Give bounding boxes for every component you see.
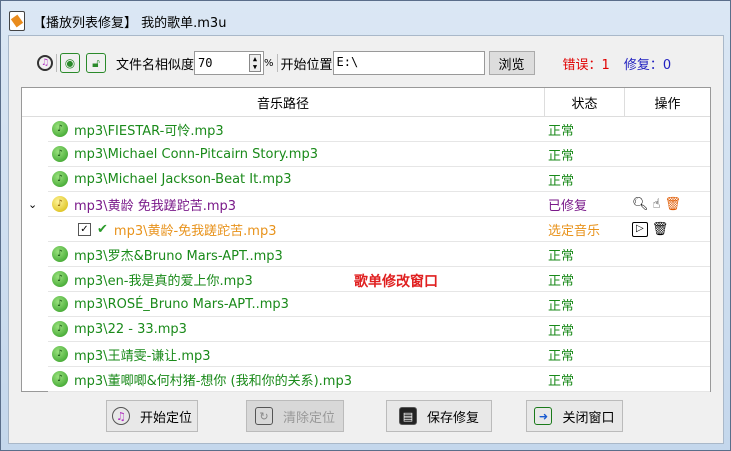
chevron-down-icon[interactable]: ⌄ xyxy=(28,198,37,211)
music-note-icon: ♪ xyxy=(52,146,68,162)
music-path: mp3\Michael Jackson-Beat It.mp3 xyxy=(74,171,292,187)
status: 正常 xyxy=(548,248,575,264)
percent-label: % xyxy=(264,57,274,69)
music-note-icon: ♪ xyxy=(52,271,68,287)
start-location-input[interactable]: E:\ xyxy=(332,51,485,75)
unlock-icon[interactable]: 🔓︎ xyxy=(86,53,106,73)
actions: ▷ 🗑︎ xyxy=(624,221,710,237)
toolbar: ♫ ◉ 🔓︎ 文件名相似度 70 ▲ ▼ % 开始位置 E:\ 浏览 错误：1 修复… xyxy=(37,50,711,76)
save-fix-button[interactable]: ▤ 保存修复 xyxy=(386,400,492,432)
music-path: mp3\王靖雯-谦让.mp3 xyxy=(74,348,211,364)
button-label: 清除定位 xyxy=(282,410,335,426)
eye-icon[interactable]: ◉ xyxy=(60,53,80,73)
music-path: mp3\董唧唧&何村猪-想你 (我和你的关系).mp3 xyxy=(74,373,352,389)
annotation-label: 歌单修改窗口 xyxy=(354,274,438,290)
table-row[interactable]: ♪ mp3\王靖雯-谦让.mp3 正常 xyxy=(48,342,710,367)
header-status[interactable]: 状态 xyxy=(544,88,624,116)
status: 正常 xyxy=(548,348,575,364)
table-row[interactable]: ♪ mp3\ROSÉ_Bruno Mars-APT..mp3 正常 xyxy=(48,292,710,317)
app-icon xyxy=(9,11,25,31)
checkbox[interactable]: ✓ xyxy=(78,222,91,236)
checkmark-icon: ✔ xyxy=(97,221,108,237)
music-path: mp3\黄龄-免我蹉跎苦.mp3 xyxy=(113,223,277,239)
play-icon[interactable]: ▷ xyxy=(632,221,648,237)
table-row[interactable]: ⌄ ♪ mp3\黄龄 免我蹉跎苦.mp3 已修复 🔍︎ ☝ 🗑︎ xyxy=(28,192,710,217)
status: 正常 xyxy=(548,173,575,189)
client-area: ♫ ◉ 🔓︎ 文件名相似度 70 ▲ ▼ % 开始位置 E:\ 浏览 错误：1 修复… xyxy=(8,35,724,444)
clear-locate-button[interactable]: ↻ 清除定位 xyxy=(246,400,344,432)
trash-icon[interactable]: 🗑︎ xyxy=(652,222,669,237)
music-path: mp3\en-我是真的爱上你.mp3 xyxy=(74,273,253,289)
table-row[interactable]: ♪ mp3\FIESTAR-可怜.mp3 正常 xyxy=(48,117,710,142)
browse-button[interactable]: 浏览 xyxy=(488,51,535,75)
similarity-value: 70 xyxy=(198,56,213,70)
start-location-label: 开始位置 xyxy=(280,57,333,73)
trash-icon[interactable]: 🗑︎ xyxy=(664,197,681,212)
spin-arrows[interactable]: ▲ ▼ xyxy=(249,54,262,72)
status: 正常 xyxy=(548,148,575,164)
window-title: 【播放列表修复】 我的歌单.m3u xyxy=(33,15,227,31)
status: 正常 xyxy=(548,273,575,289)
status: 正常 xyxy=(548,373,575,389)
music-note-icon: ♪ xyxy=(52,321,68,337)
button-label: 保存修复 xyxy=(426,410,479,426)
search-music-icon: ♫ xyxy=(111,407,130,425)
hand-pointer-icon[interactable]: ☝ xyxy=(653,197,661,212)
music-path: mp3\Michael Conn-Pitcairn Story.mp3 xyxy=(74,146,318,162)
music-path: mp3\22 - 33.mp3 xyxy=(74,321,187,337)
music-note-icon: ♪ xyxy=(52,196,68,212)
music-note-icon: ♪ xyxy=(52,346,68,362)
header-actions[interactable]: 操作 xyxy=(624,88,710,116)
status: 已修复 xyxy=(548,198,588,214)
table-row[interactable]: ♪ mp3\董唧唧&何村猪-想你 (我和你的关系).mp3 正常 xyxy=(48,367,710,392)
music-note-icon: ♪ xyxy=(52,246,68,262)
table-row[interactable]: ♪ mp3\22 - 33.mp3 正常 xyxy=(48,317,710,342)
actions: 🔍︎ ☝ 🗑︎ xyxy=(624,197,710,212)
divider xyxy=(56,54,57,72)
save-icon: ▤ xyxy=(398,407,417,425)
table-row[interactable]: ♪ mp3\罗杰&Bruno Mars-APT..mp3 正常 xyxy=(48,242,710,267)
music-path: mp3\ROSÉ_Bruno Mars-APT..mp3 xyxy=(74,296,289,312)
error-count: 错误：1 xyxy=(562,57,610,73)
table-header: 音乐路径 状态 操作 xyxy=(22,88,710,117)
music-path: mp3\黄龄 免我蹉跎苦.mp3 xyxy=(74,198,237,214)
status: 选定音乐 xyxy=(548,223,601,239)
music-path: mp3\FIESTAR-可怜.mp3 xyxy=(74,123,224,139)
similarity-label: 文件名相似度 xyxy=(116,57,195,73)
start-locate-button[interactable]: ♫ 开始定位 xyxy=(106,400,198,432)
music-note-icon: ♪ xyxy=(52,121,68,137)
status: 正常 xyxy=(548,323,575,339)
music-note-icon: ♪ xyxy=(52,171,68,187)
button-label: 开始定位 xyxy=(139,410,192,426)
music-note-icon: ♪ xyxy=(52,296,68,312)
close-window-button[interactable]: ➜ 关闭窗口 xyxy=(526,400,623,432)
music-path: mp3\罗杰&Bruno Mars-APT..mp3 xyxy=(74,248,283,264)
search-music-icon[interactable]: 🔍︎ xyxy=(632,197,649,212)
table-row[interactable]: ♪ mp3\Michael Conn-Pitcairn Story.mp3 正常 xyxy=(48,142,710,167)
refresh-icon: ↻ xyxy=(254,407,273,425)
table-row[interactable]: ♪ mp3\Michael Jackson-Beat It.mp3 正常 xyxy=(48,167,710,192)
music-note-icon: ♪ xyxy=(52,371,68,387)
title-bar: 【播放列表修复】 我的歌单.m3u xyxy=(9,9,226,33)
playlist-repair-window: 【播放列表修复】 我的歌单.m3u ♫ ◉ 🔓︎ 文件名相似度 70 ▲ ▼ % 开… xyxy=(0,0,731,451)
playlist-table: 音乐路径 状态 操作 ♪ mp3\FIESTAR-可怜.mp3 正常 ♪ mp3\Mic… xyxy=(21,87,711,392)
status: 正常 xyxy=(548,123,575,139)
search-music-icon[interactable]: ♫ xyxy=(37,55,53,71)
exit-icon: ➜ xyxy=(534,407,553,425)
status: 正常 xyxy=(548,298,575,314)
divider xyxy=(276,54,278,72)
button-label: 关闭窗口 xyxy=(562,410,615,426)
child-table-row[interactable]: ✓ ✔ mp3\黄龄-免我蹉跎苦.mp3 选定音乐 ▷ 🗑︎ xyxy=(48,217,710,242)
similarity-stepper[interactable]: 70 ▲ ▼ xyxy=(194,51,265,75)
header-path[interactable]: 音乐路径 xyxy=(22,88,544,116)
fixed-count: 修复：0 xyxy=(623,57,672,73)
